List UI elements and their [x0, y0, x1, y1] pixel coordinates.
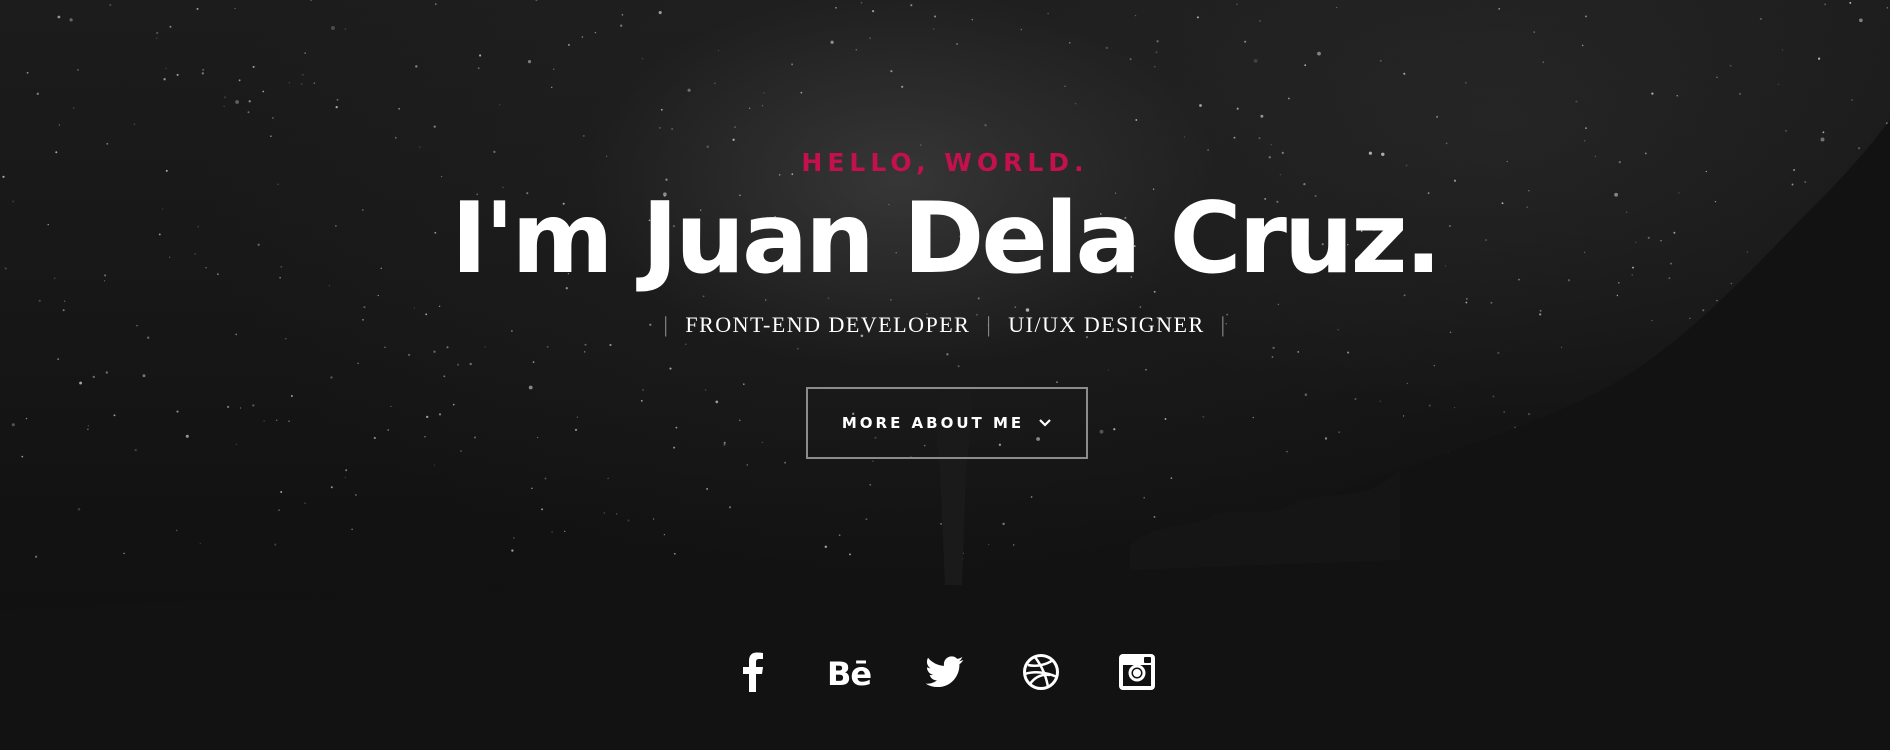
greeting-text: HELLO, WORLD. [801, 148, 1089, 177]
behance-link[interactable]: Bē [826, 652, 872, 696]
dribbble-link[interactable] [1019, 652, 1063, 696]
twitter-link[interactable] [923, 652, 967, 696]
more-about-me-button[interactable]: MORE ABOUT ME [806, 387, 1088, 459]
starfield-background [2, 0, 1889, 560]
roles-line: | FRONT-END DEVELOPER | UI/UX DESIGNER | [0, 312, 1890, 338]
instagram-icon [1118, 653, 1156, 696]
more-about-me-label: MORE ABOUT ME [841, 414, 1025, 432]
facebook-link[interactable] [731, 652, 775, 696]
hill-silhouette [0, 120, 1890, 750]
role-front-end: FRONT-END DEVELOPER [685, 312, 971, 337]
instagram-link[interactable] [1115, 652, 1159, 696]
facebook-icon [741, 652, 765, 697]
social-links: Bē [0, 652, 1890, 696]
behance-icon: Bē [826, 655, 872, 693]
dribbble-icon [1022, 653, 1060, 696]
role-uiux: UI/UX DESIGNER [1008, 312, 1205, 337]
role-separator: | [986, 312, 993, 337]
hero-section: HELLO, WORLD. I'm Juan Dela Cruz. | FRONT… [0, 0, 1890, 750]
role-separator: | [1220, 312, 1227, 337]
role-separator: | [663, 312, 670, 337]
twitter-icon [925, 655, 964, 693]
chevron-down-icon [1038, 418, 1052, 428]
hero-title: I'm Juan Dela Cruz. [451, 182, 1442, 296]
